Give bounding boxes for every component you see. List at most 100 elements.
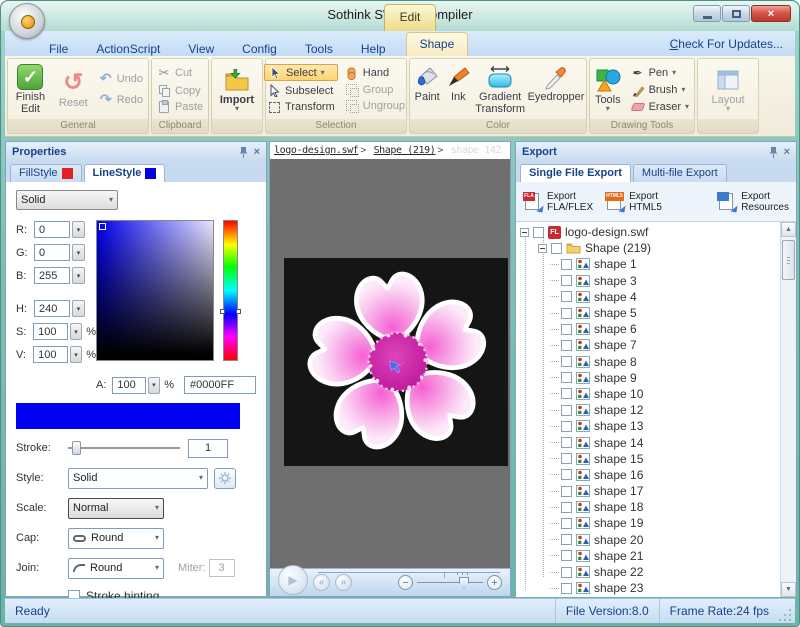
panel-close-icon[interactable]: ×: [784, 146, 790, 158]
tree-shape-label[interactable]: shape 13: [594, 419, 643, 433]
tree-row-shape[interactable]: shape 4: [516, 289, 780, 305]
gradient-transform-button[interactable]: Gradient Transform: [474, 62, 526, 116]
tree-checkbox[interactable]: [561, 388, 572, 399]
layout-button[interactable]: Layout ▾: [705, 65, 751, 113]
tree-shape-label[interactable]: shape 22: [594, 565, 643, 579]
scale-dropdown[interactable]: Normal ▾: [68, 498, 164, 519]
tree-checkbox[interactable]: [561, 405, 572, 416]
spinner-dropdown-icon[interactable]: ▾: [72, 300, 85, 317]
export-fla-flex-button[interactable]: FLA ExportFLA/FLEX: [520, 189, 596, 215]
tree-row-shape[interactable]: shape 13: [516, 418, 780, 434]
tree-checkbox[interactable]: [561, 421, 572, 432]
tree-checkbox[interactable]: [561, 469, 572, 480]
tree-shape-label[interactable]: shape 23: [594, 581, 643, 595]
tree-shape-label[interactable]: shape 14: [594, 436, 643, 450]
spinner-dropdown-icon[interactable]: ▾: [70, 346, 82, 363]
tree-row-shape[interactable]: shape 6: [516, 321, 780, 337]
seek-track[interactable]: [318, 572, 500, 573]
flower-shape[interactable]: [284, 258, 508, 466]
line-style-dropdown[interactable]: Solid ▾: [68, 468, 208, 489]
export-resources-button[interactable]: ExportResources: [714, 189, 792, 215]
zoom-slider-thumb[interactable]: [459, 577, 469, 588]
tree-row-shape[interactable]: shape 7: [516, 337, 780, 353]
tree-row-shape[interactable]: shape 1: [516, 256, 780, 272]
style-settings-button[interactable]: [214, 468, 236, 489]
tree-shape-label[interactable]: shape 3: [594, 274, 637, 288]
scroll-up-button[interactable]: ▲: [781, 222, 796, 237]
tree-row-shape[interactable]: shape 20: [516, 532, 780, 548]
zoom-slider[interactable]: [417, 582, 483, 583]
tree-row-shape[interactable]: shape 9: [516, 370, 780, 386]
scroll-down-button[interactable]: ▼: [781, 582, 796, 597]
join-dropdown[interactable]: Round ▾: [68, 558, 164, 579]
tree-row-shape[interactable]: shape 10: [516, 386, 780, 402]
spinner-dropdown-icon[interactable]: ▾: [70, 323, 82, 340]
export-html5-button[interactable]: HTML5 ExportHTML5: [602, 189, 665, 215]
tree-folder-label[interactable]: Shape (219): [585, 241, 651, 255]
tree-shape-label[interactable]: shape 1: [594, 257, 637, 271]
cut-button[interactable]: ✂ Cut: [154, 64, 195, 82]
subselect-button[interactable]: Subselect: [264, 83, 338, 98]
next-frame-button[interactable]: »: [335, 574, 352, 591]
scrollbar-thumb[interactable]: [782, 240, 795, 280]
tree-row-shape[interactable]: shape 22: [516, 564, 780, 580]
finish-edit-button[interactable]: ✓ Finish Edit: [10, 62, 51, 116]
stroke-width-input[interactable]: 1: [188, 439, 228, 458]
sv-marker[interactable]: [99, 223, 106, 230]
tree-checkbox[interactable]: [561, 534, 572, 545]
collapse-icon[interactable]: [538, 244, 547, 253]
tree-row-shape[interactable]: shape 18: [516, 499, 780, 515]
tree-shape-label[interactable]: shape 17: [594, 484, 643, 498]
tree-shape-label[interactable]: shape 5: [594, 306, 637, 320]
panel-close-icon[interactable]: ×: [254, 146, 260, 158]
tree-scrollbar[interactable]: ▲ ▼: [780, 222, 796, 597]
tab-linestyle[interactable]: LineStyle: [84, 164, 166, 182]
tree-shape-label[interactable]: shape 4: [594, 290, 637, 304]
tree-checkbox[interactable]: [561, 437, 572, 448]
shape-stage[interactable]: [284, 258, 508, 466]
tree-checkbox[interactable]: [561, 453, 572, 464]
tree-row-folder[interactable]: Shape (219): [516, 240, 780, 256]
tree-checkbox[interactable]: [533, 227, 544, 238]
tree-row-shape[interactable]: shape 19: [516, 515, 780, 531]
color-value-input[interactable]: 255: [34, 267, 70, 284]
ink-button[interactable]: Ink: [444, 62, 472, 104]
color-value-input[interactable]: 100: [33, 346, 68, 363]
zoom-in-button[interactable]: +: [487, 575, 502, 590]
tree-checkbox[interactable]: [561, 372, 572, 383]
tab-multi-file-export[interactable]: Multi-file Export: [633, 164, 727, 182]
tree-row-shape[interactable]: shape 5: [516, 305, 780, 321]
eyedropper-button[interactable]: Eyedropper: [528, 62, 584, 104]
tree-checkbox[interactable]: [551, 243, 562, 254]
saturation-value-picker[interactable]: [96, 220, 214, 361]
hue-slider[interactable]: [223, 220, 238, 361]
tree-shape-label[interactable]: shape 20: [594, 533, 643, 547]
tree-row-shape[interactable]: shape 16: [516, 467, 780, 483]
tree-shape-label[interactable]: shape 19: [594, 516, 643, 530]
resize-grip[interactable]: [779, 607, 793, 621]
brush-button[interactable]: Brush ▾: [628, 83, 692, 98]
tree-row-shape[interactable]: shape 12: [516, 402, 780, 418]
tree-root-label[interactable]: logo-design.swf: [565, 225, 648, 239]
color-value-input[interactable]: 240: [34, 300, 70, 317]
tree-row-root[interactable]: FL logo-design.swf: [516, 224, 780, 240]
ribbon-tab-shape-active[interactable]: Shape: [406, 32, 469, 56]
color-value-input[interactable]: 0: [34, 244, 70, 261]
tree-checkbox[interactable]: [561, 518, 572, 529]
tree-checkbox[interactable]: [561, 356, 572, 367]
check-for-updates-link[interactable]: Check For Updates...: [658, 33, 795, 56]
stroke-slider-thumb[interactable]: [72, 441, 81, 455]
spinner-dropdown-icon[interactable]: ▾: [72, 267, 85, 284]
paint-button[interactable]: Paint: [412, 62, 442, 104]
tree-shape-label[interactable]: shape 7: [594, 338, 637, 352]
maximize-button[interactable]: [722, 5, 750, 22]
paste-button[interactable]: Paste: [154, 100, 206, 114]
tree-row-shape[interactable]: shape 17: [516, 483, 780, 499]
tree-shape-label[interactable]: shape 15: [594, 452, 643, 466]
context-tab-edit[interactable]: Edit: [384, 4, 436, 31]
tree-checkbox[interactable]: [561, 340, 572, 351]
tree-shape-label[interactable]: shape 10: [594, 387, 643, 401]
pin-icon[interactable]: [769, 147, 778, 158]
tab-fillstyle[interactable]: FillStyle: [10, 164, 82, 182]
collapse-icon[interactable]: [520, 228, 529, 237]
